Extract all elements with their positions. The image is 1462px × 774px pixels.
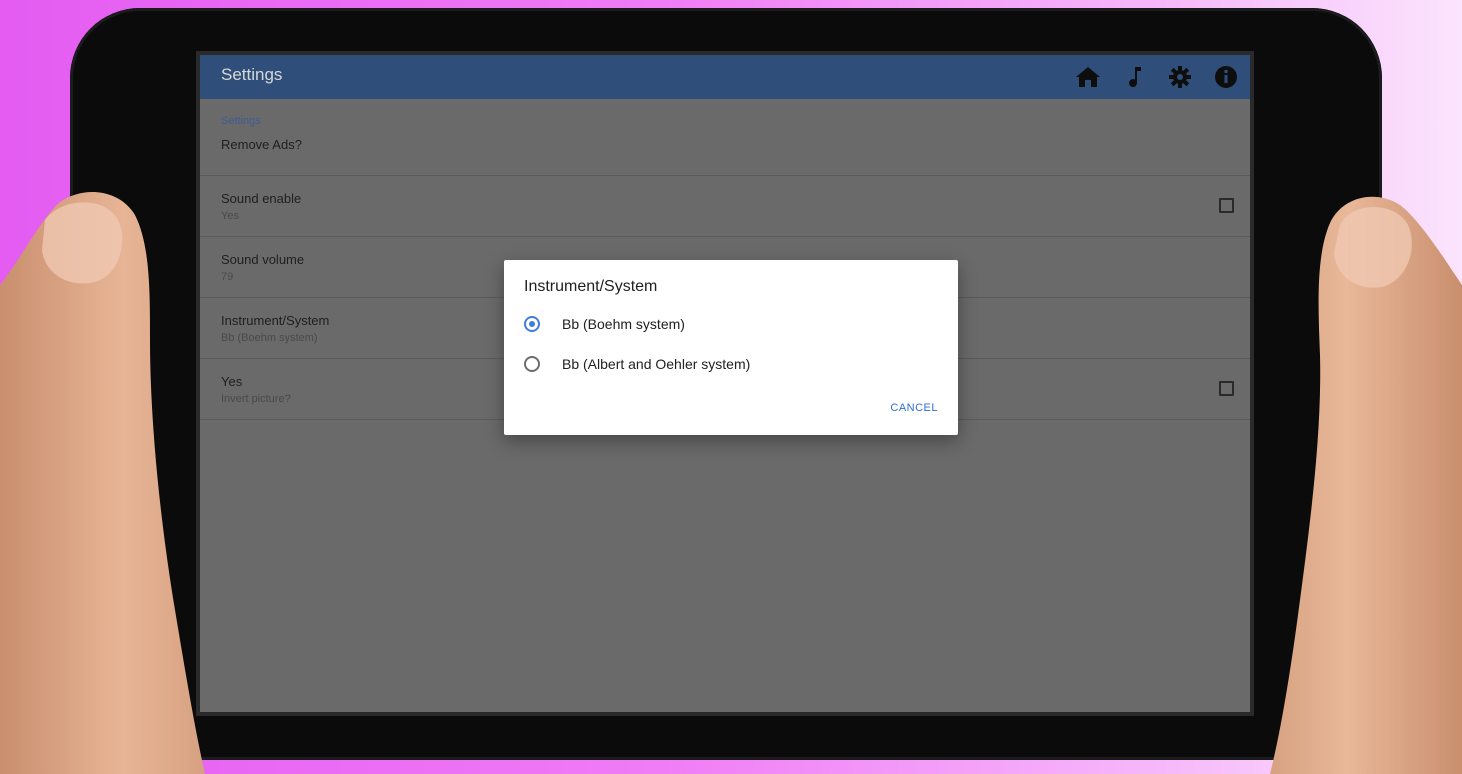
info-icon[interactable] [1210, 61, 1242, 93]
cancel-button[interactable]: CANCEL [890, 402, 938, 414]
radio-unselected-icon[interactable] [524, 356, 540, 372]
gear-icon[interactable] [1164, 61, 1196, 93]
music-note-icon[interactable] [1118, 61, 1150, 93]
sound-enable-item[interactable]: Sound enable Yes [200, 176, 1250, 237]
sound-enable-title: Sound enable [221, 191, 302, 206]
left-hand-image [0, 192, 205, 774]
option-boehm[interactable]: Bb (Boehm system) [524, 310, 924, 338]
sound-enable-summary: Yes [221, 210, 239, 222]
dialog-title: Instrument/System [524, 278, 658, 295]
page-title: Settings [221, 65, 283, 84]
home-icon[interactable] [1072, 61, 1104, 93]
sound-enable-checkbox[interactable] [1219, 198, 1234, 213]
app-bar: Settings [200, 55, 1250, 99]
option-albert-oehler[interactable]: Bb (Albert and Oehler system) [524, 350, 924, 378]
section-header: Settings [221, 115, 261, 127]
instrument-system-dialog: Instrument/System Bb (Boehm system) Bb (… [504, 260, 958, 435]
remove-ads-item[interactable]: Remove Ads? [200, 129, 1250, 176]
radio-selected-icon[interactable] [524, 316, 540, 332]
right-hand-image [1270, 196, 1462, 774]
remove-ads-label: Remove Ads? [221, 137, 302, 152]
invert-picture-checkbox[interactable] [1219, 381, 1234, 396]
option-boehm-label: Bb (Boehm system) [562, 316, 685, 332]
option-albert-oehler-label: Bb (Albert and Oehler system) [562, 356, 751, 372]
